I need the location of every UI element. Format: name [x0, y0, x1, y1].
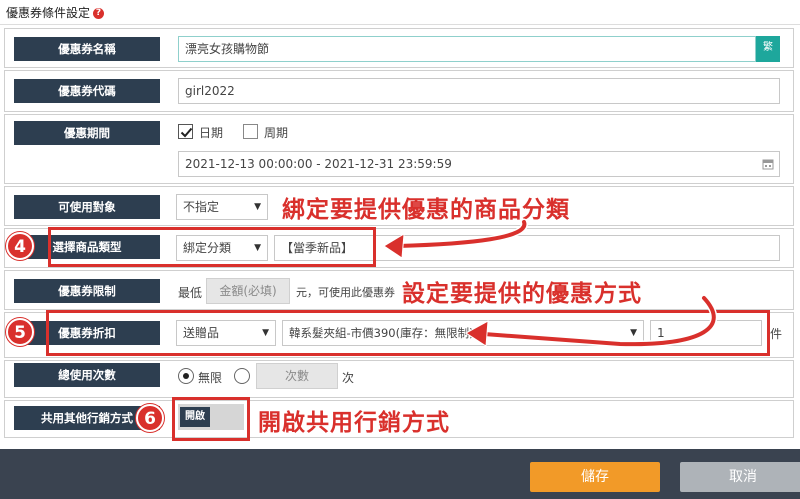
- arrow-head-discount: [465, 320, 489, 347]
- cancel-button[interactable]: 取消: [680, 462, 800, 492]
- annotation-arrows: [383, 218, 718, 348]
- arrow-head-category: [383, 233, 405, 259]
- save-button[interactable]: 儲存: [530, 462, 660, 492]
